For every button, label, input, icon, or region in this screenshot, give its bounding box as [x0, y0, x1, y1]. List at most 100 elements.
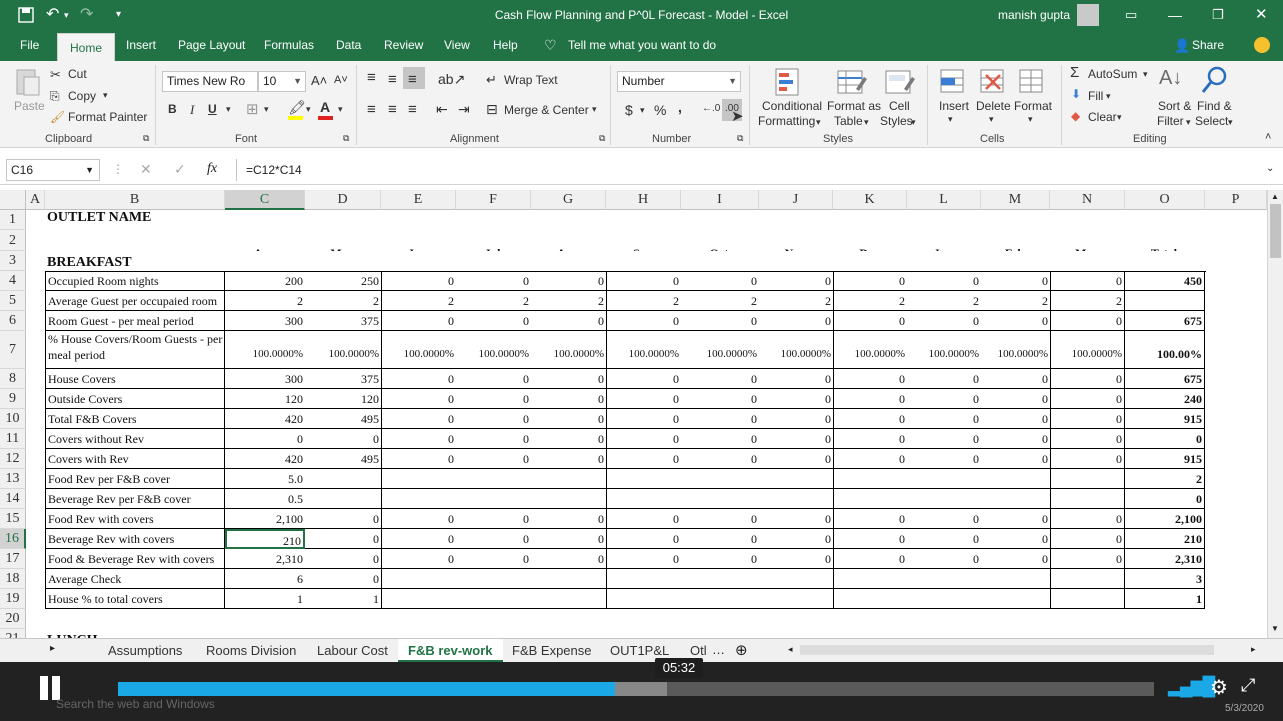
cell-o7[interactable]: 100.00% — [1125, 331, 1205, 369]
cell-o12[interactable]: 915 — [1125, 449, 1205, 469]
currency-button[interactable]: $ — [625, 102, 633, 118]
format-as-table-label[interactable]: Table — [834, 114, 863, 128]
cell-k6[interactable]: 0 — [833, 311, 907, 331]
cell-i6[interactable]: 0 — [681, 311, 759, 331]
search-icon[interactable] — [1200, 65, 1230, 97]
cell-styles-button[interactable]: Cell — [889, 99, 910, 113]
row-header[interactable]: 9 — [0, 389, 26, 409]
cell-l21[interactable] — [907, 629, 981, 638]
cell-j20[interactable] — [759, 609, 833, 629]
cell-m18[interactable] — [981, 569, 1050, 589]
clipboard-launcher-icon[interactable]: ⧉ — [143, 133, 149, 144]
cell-c20[interactable] — [225, 609, 305, 629]
cell-i12[interactable]: 0 — [681, 449, 759, 469]
cell-o8[interactable]: 675 — [1125, 369, 1205, 389]
cell-o19[interactable]: 1 — [1125, 589, 1205, 609]
row-header[interactable]: 15 — [0, 509, 26, 529]
row-label[interactable]: Total F&B Covers — [45, 409, 225, 429]
cell-l20[interactable] — [907, 609, 981, 629]
cell-n12[interactable]: 0 — [1050, 449, 1125, 469]
cell-n5[interactable]: 2 — [1050, 291, 1125, 311]
row-header[interactable]: 5 — [0, 291, 26, 311]
cell-o13[interactable]: 2 — [1125, 469, 1205, 489]
volume-icon[interactable]: ▂▄▆█ — [1168, 676, 1215, 697]
cell-f16[interactable]: 0 — [456, 529, 531, 549]
more-sheets-icon[interactable]: … — [712, 642, 725, 657]
cell-j2[interactable]: Nov — [759, 230, 833, 251]
tab-page-layout[interactable]: Page Layout — [176, 30, 247, 61]
cell-c21[interactable] — [225, 629, 305, 638]
cell-g4[interactable]: 0 — [531, 271, 606, 291]
row-header[interactable]: 1 — [0, 210, 26, 230]
row-label[interactable]: Average Check — [45, 569, 225, 589]
cell-l6[interactable]: 0 — [907, 311, 981, 331]
cell-l11[interactable]: 0 — [907, 429, 981, 449]
cell-e11[interactable]: 0 — [381, 429, 456, 449]
fill-color-dropdown-icon[interactable]: ▾ — [306, 104, 311, 115]
cell-o4[interactable]: 450 — [1125, 271, 1205, 291]
cell-m15[interactable]: 0 — [981, 509, 1050, 529]
cell-h18[interactable] — [606, 569, 681, 589]
cell-k9[interactable]: 0 — [833, 389, 907, 409]
align-right-icon[interactable]: ≡ — [408, 101, 417, 118]
cell-k21[interactable] — [833, 629, 907, 638]
cell-g12[interactable]: 0 — [531, 449, 606, 469]
cell-g2[interactable]: Aug — [531, 230, 606, 251]
format-as-table-button[interactable]: Format as — [827, 99, 881, 113]
row-label[interactable] — [45, 609, 225, 629]
fullscreen-icon[interactable]: ⤢ — [1241, 675, 1255, 696]
cell-k12[interactable]: 0 — [833, 449, 907, 469]
cell-n4[interactable]: 0 — [1050, 271, 1125, 291]
number-format-select[interactable]: Number ▼ — [617, 71, 741, 92]
cell-i7[interactable]: 100.0000% — [681, 331, 759, 369]
spreadsheet-grid[interactable]: ABCDEFGHIJKLMNOP 1 OUTLET NAME 2 AprMayJunJu… — [0, 190, 1267, 638]
cell-d12[interactable]: 495 — [305, 449, 381, 469]
cell-c2[interactable]: Apr — [225, 230, 305, 251]
cell-h13[interactable] — [606, 469, 681, 489]
cell-f14[interactable] — [456, 489, 531, 509]
cell-l1[interactable] — [907, 210, 981, 230]
delete-cells-icon[interactable] — [978, 67, 1008, 97]
cell-c11[interactable]: 0 — [225, 429, 305, 449]
insert-button[interactable]: Insert — [939, 99, 969, 113]
column-header-a[interactable]: A — [26, 190, 45, 210]
cell-styles-label[interactable]: Styles — [880, 114, 913, 128]
column-header-h[interactable]: H — [606, 190, 681, 210]
cell-g1[interactable] — [531, 210, 606, 230]
cell-c3[interactable] — [225, 251, 305, 271]
cell-g14[interactable] — [531, 489, 606, 509]
cell-d3[interactable] — [305, 251, 381, 271]
hscroll-right-icon[interactable]: ▸ — [1251, 644, 1256, 655]
row-label[interactable]: Food & Beverage Rev with covers — [45, 549, 225, 569]
add-sheet-icon[interactable]: ⊕ — [735, 641, 748, 659]
cell-n8[interactable]: 0 — [1050, 369, 1125, 389]
fill-color-icon[interactable]: 🖍 — [288, 99, 306, 116]
video-progress-track[interactable] — [118, 682, 1154, 696]
column-header-j[interactable]: J — [759, 190, 833, 210]
cell-l13[interactable] — [907, 469, 981, 489]
sheet-tab-fb-expense[interactable]: F&B Expense — [502, 639, 602, 662]
cell-m10[interactable]: 0 — [981, 409, 1050, 429]
select-all-button[interactable] — [0, 190, 26, 210]
cell-m14[interactable] — [981, 489, 1050, 509]
cell-o9[interactable]: 240 — [1125, 389, 1205, 409]
cell-k8[interactable]: 0 — [833, 369, 907, 389]
cell-g5[interactable]: 2 — [531, 291, 606, 311]
cell-e6[interactable]: 0 — [381, 311, 456, 331]
cell-i11[interactable]: 0 — [681, 429, 759, 449]
cell-k13[interactable] — [833, 469, 907, 489]
cell-m5[interactable]: 2 — [981, 291, 1050, 311]
cell-k16[interactable]: 0 — [833, 529, 907, 549]
cell-g11[interactable]: 0 — [531, 429, 606, 449]
cell-e18[interactable] — [381, 569, 456, 589]
cell-e2[interactable]: Jun — [381, 230, 456, 251]
row-label[interactable]: % House Covers/Room Guests - per meal pe… — [45, 331, 225, 369]
column-header-f[interactable]: F — [456, 190, 531, 210]
cell-d18[interactable]: 0 — [305, 569, 381, 589]
delete-dropdown-icon[interactable]: ▾ — [989, 114, 994, 125]
shrink-font-icon[interactable]: A˅ — [334, 74, 348, 86]
cell-m13[interactable] — [981, 469, 1050, 489]
font-color-dropdown-icon[interactable]: ▾ — [338, 104, 343, 115]
cell-h15[interactable]: 0 — [606, 509, 681, 529]
row-header[interactable]: 16 — [0, 529, 26, 549]
